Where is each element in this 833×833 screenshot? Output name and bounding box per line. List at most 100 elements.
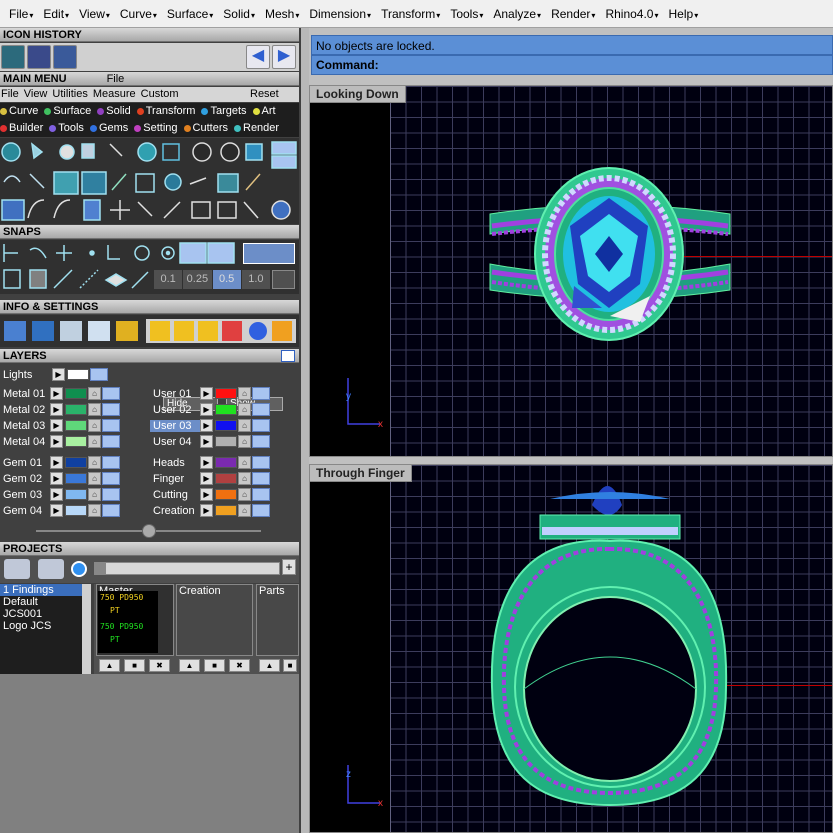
layer-arrow-icon[interactable]: ▶ [200, 456, 213, 469]
layer-arrow-icon[interactable]: ▶ [50, 472, 63, 485]
layer-arrow-icon[interactable]: ▶ [50, 387, 63, 400]
layer-name[interactable]: Gem 03 [0, 489, 50, 501]
layers-collapse-icon[interactable] [281, 350, 295, 362]
add-project-button[interactable]: + [282, 559, 296, 575]
menu-curve[interactable]: Curve [115, 3, 162, 25]
mm-reset[interactable]: Reset [250, 87, 279, 102]
menu-tools[interactable]: Tools [445, 3, 488, 25]
layer-name[interactable]: Finger [150, 473, 200, 485]
layer-arrow-icon[interactable]: ▶ [200, 419, 213, 432]
layer-current-toggle[interactable] [252, 419, 270, 432]
layer-current-toggle[interactable] [252, 403, 270, 416]
lock-icon[interactable]: ⌂ [88, 488, 101, 501]
snap-value-2[interactable]: 0.5 [212, 270, 241, 289]
master-save-button[interactable]: ■ [124, 659, 145, 672]
mm-surface[interactable]: Surface [44, 105, 91, 117]
open-folder-icon[interactable] [53, 45, 77, 69]
layer-arrow-icon[interactable]: ▶ [50, 419, 63, 432]
layer-color-swatch[interactable] [215, 489, 237, 500]
menu-dimension[interactable]: Dimension [304, 3, 376, 25]
mm-view[interactable]: View [24, 88, 48, 100]
project-list-scrollbar[interactable] [82, 584, 91, 674]
layer-arrow-icon[interactable]: ▶ [50, 488, 63, 501]
layer-color-swatch[interactable] [215, 473, 237, 484]
menu-surface[interactable]: Surface [162, 3, 218, 25]
lock-icon[interactable]: ⌂ [238, 472, 251, 485]
viewport-title-top[interactable]: Looking Down [310, 86, 406, 103]
layer-arrow-icon[interactable]: ▶ [200, 403, 213, 416]
project-scrollbar[interactable] [94, 562, 280, 575]
menu-transform[interactable]: Transform [376, 3, 445, 25]
snap-toggle-button[interactable] [243, 243, 295, 264]
layer-row[interactable]: Gem 01 ▶ ⌂ [0, 455, 120, 470]
mm-file[interactable]: File [1, 88, 19, 100]
mm-curve[interactable]: Curve [0, 105, 38, 117]
layer-name[interactable]: Creation [150, 505, 200, 517]
layer-row[interactable]: Cutting ▶ ⌂ [150, 487, 270, 502]
layer-current-toggle[interactable] [252, 488, 270, 501]
layer-current-toggle[interactable] [252, 387, 270, 400]
layer-row[interactable]: Creation ▶ ⌂ [150, 503, 270, 518]
project-list-item[interactable]: 1 Findings [0, 584, 82, 596]
layer-name[interactable]: Cutting [150, 489, 200, 501]
project-list-item[interactable]: Logo JCS [0, 620, 82, 632]
mm-targets[interactable]: Targets [201, 105, 247, 117]
layer-color-swatch[interactable] [65, 388, 87, 399]
parts-panel[interactable]: Parts [256, 584, 299, 656]
layer-arrow-icon[interactable]: ▶ [200, 472, 213, 485]
layer-row[interactable]: User 02 ▶ ⌂ [150, 402, 270, 417]
layer-current-toggle[interactable] [102, 387, 120, 400]
mm-render[interactable]: Render [234, 122, 279, 134]
layer-row[interactable]: Metal 03 ▶ ⌂ [0, 418, 120, 433]
lights-current[interactable] [90, 368, 108, 381]
snap-value-0[interactable]: 0.1 [154, 270, 183, 289]
grid-icon[interactable] [1, 45, 25, 69]
viewport-looking-down[interactable]: y x Looking Down [309, 85, 833, 457]
tool-icons[interactable] [0, 138, 299, 224]
mm-cutters[interactable]: Cutters [183, 122, 228, 134]
layer-current-toggle[interactable] [102, 403, 120, 416]
menu-solid[interactable]: Solid [218, 3, 260, 25]
layer-color-swatch[interactable] [215, 505, 237, 516]
layer-current-toggle[interactable] [252, 435, 270, 448]
project-list-item[interactable]: JCS001 [0, 608, 82, 620]
layer-row[interactable]: Metal 02 ▶ ⌂ [0, 402, 120, 417]
project-list-item[interactable]: Default [0, 596, 82, 608]
layer-name[interactable]: User 04 [150, 436, 200, 448]
layer-name[interactable]: Metal 02 [0, 404, 50, 416]
layer-color-swatch[interactable] [65, 436, 87, 447]
lock-icon[interactable]: ⌂ [88, 419, 101, 432]
layer-row[interactable]: Heads ▶ ⌂ [150, 455, 270, 470]
lock-icon[interactable]: ⌂ [88, 435, 101, 448]
menu-view[interactable]: View [74, 3, 115, 25]
lock-icon[interactable]: ⌂ [88, 387, 101, 400]
save-icon[interactable] [27, 45, 51, 69]
layer-current-toggle[interactable] [102, 472, 120, 485]
menu-render[interactable]: Render [546, 3, 600, 25]
layer-color-swatch[interactable] [65, 404, 87, 415]
menu-analyze[interactable]: Analyze [488, 3, 546, 25]
layer-color-swatch[interactable] [65, 489, 87, 500]
layer-row[interactable]: Metal 01 ▶ ⌂ [0, 386, 120, 401]
lock-icon[interactable]: ⌂ [238, 456, 251, 469]
creation-panel[interactable]: Creation [176, 584, 253, 656]
master-delete-button[interactable]: ✖ [149, 659, 170, 672]
layer-current-toggle[interactable] [102, 419, 120, 432]
mm-measure[interactable]: Measure [93, 88, 136, 100]
creation-up-button[interactable]: ▲ [179, 659, 200, 672]
lock-icon[interactable]: ⌂ [238, 504, 251, 517]
layer-arrow-icon[interactable]: ▶ [50, 435, 63, 448]
layer-row[interactable]: User 04 ▶ ⌂ [150, 434, 270, 449]
layer-arrow-icon[interactable]: ▶ [200, 435, 213, 448]
back-arrow-icon[interactable]: ◀ [246, 45, 270, 69]
mm-gems[interactable]: Gems [89, 122, 128, 134]
layer-color-swatch[interactable] [65, 505, 87, 516]
snap-value-3[interactable]: 1.0 [241, 270, 270, 289]
lock-icon[interactable]: ⌂ [238, 419, 251, 432]
layer-current-toggle[interactable] [252, 472, 270, 485]
mm-utilities[interactable]: Utilities [52, 88, 87, 100]
forward-arrow-icon[interactable]: ▶ [272, 45, 296, 69]
mm-custom[interactable]: Custom [141, 88, 179, 100]
layer-arrow-icon[interactable]: ▶ [50, 504, 63, 517]
layer-current-toggle[interactable] [102, 435, 120, 448]
